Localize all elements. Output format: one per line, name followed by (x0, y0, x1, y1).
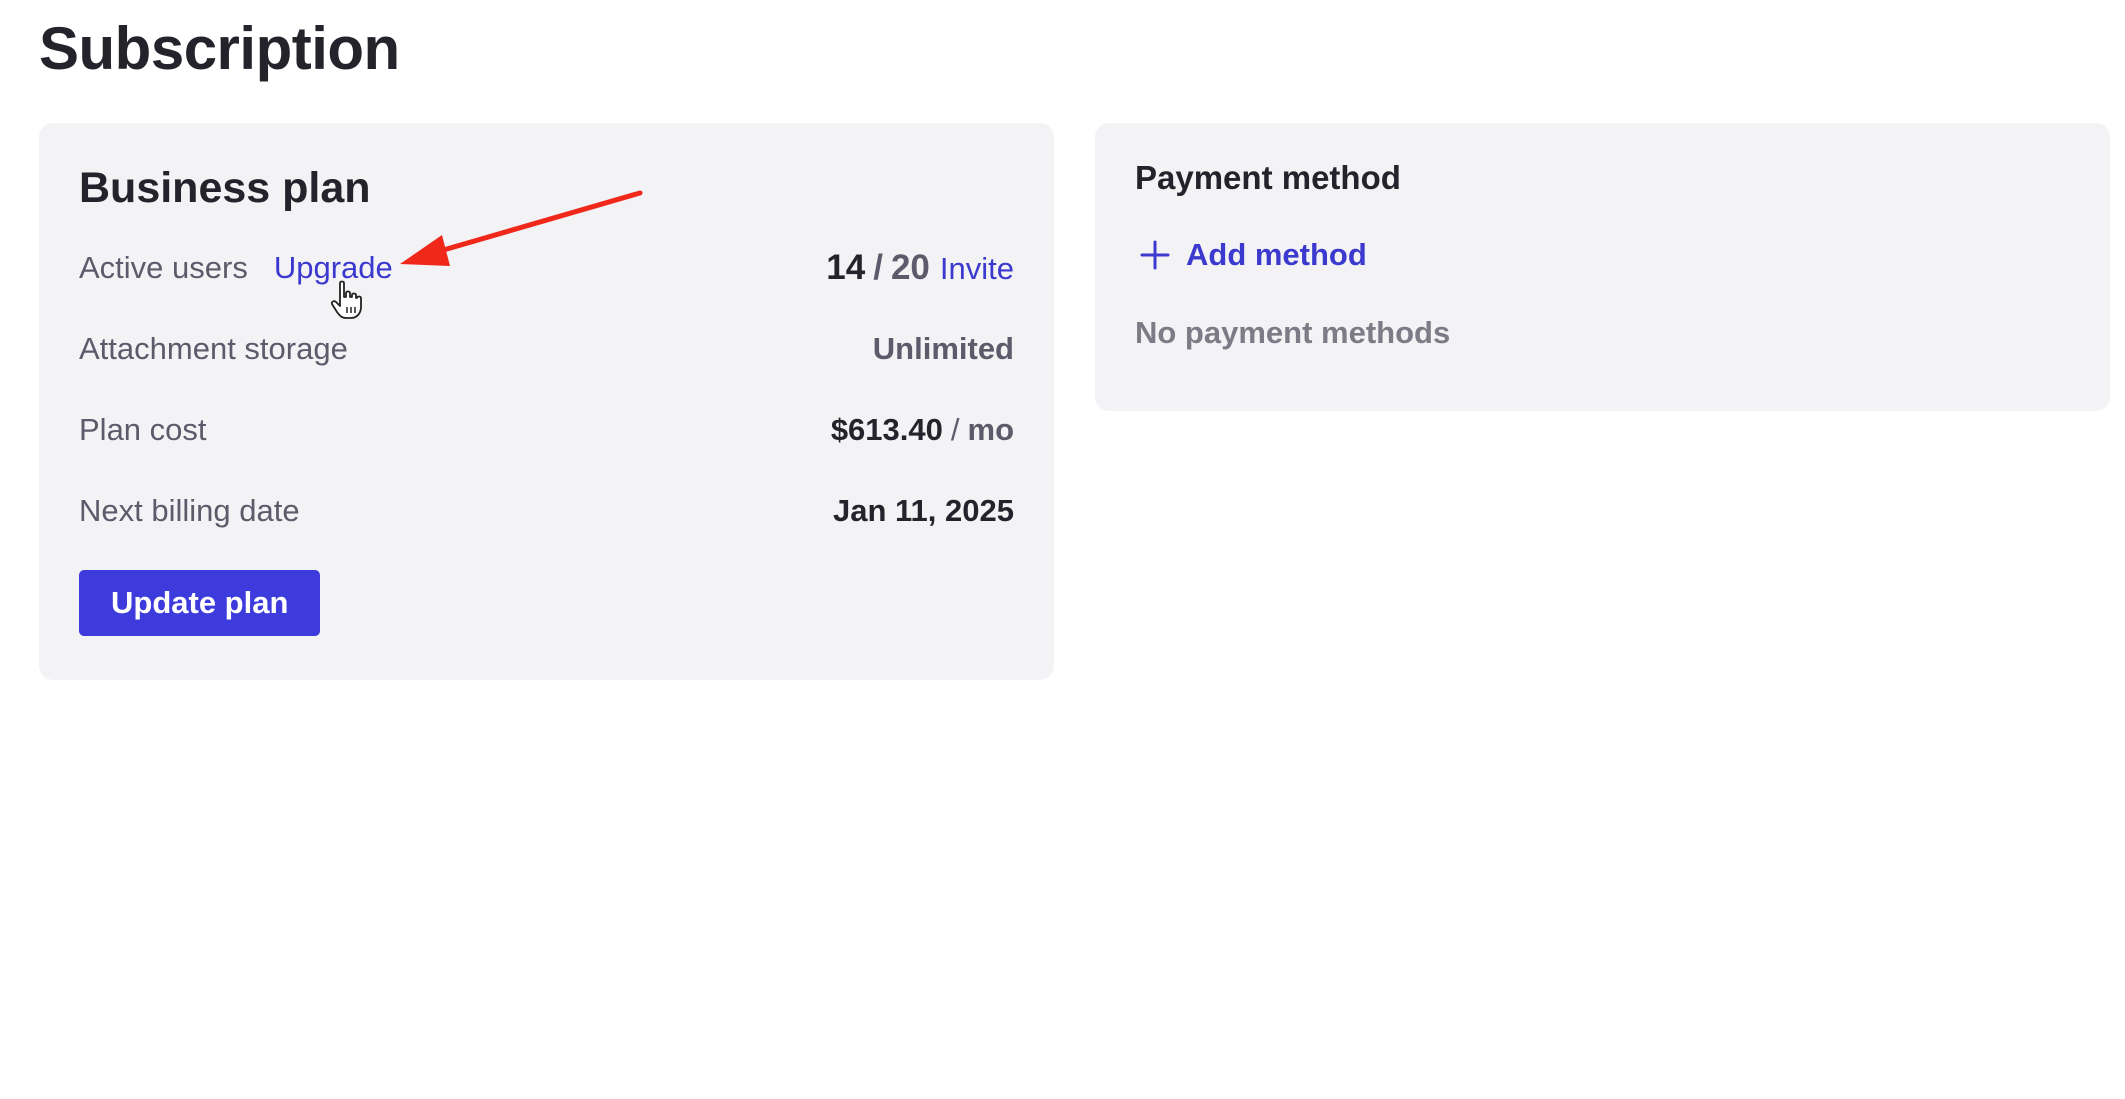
plan-card: Business plan Active users Upgrade 14 / … (39, 123, 1054, 680)
update-plan-button[interactable]: Update plan (79, 569, 321, 636)
active-users-total: 20 (890, 248, 930, 288)
no-payment-methods-text: No payment methods (1135, 315, 1451, 350)
payment-method-card: Payment method Add method No payment met… (1095, 123, 2110, 411)
plus-icon (1140, 240, 1170, 270)
active-users-separator: / (873, 248, 883, 288)
storage-value: Unlimited (872, 331, 1014, 367)
active-users-label: Active users (79, 250, 248, 286)
plan-cost-amount: $613.40 (830, 412, 943, 448)
plan-cost-unit: mo (967, 412, 1015, 448)
active-users-count: 14 (826, 248, 866, 288)
active-users-value: 14 / 20 Invite (826, 248, 1014, 288)
page-title: Subscription (39, 15, 400, 82)
active-users-row: Active users Upgrade 14 / 20 Invite (79, 228, 1014, 309)
storage-row: Attachment storage Unlimited (79, 309, 1014, 390)
billing-date-value: Jan 11, 2025 (833, 493, 1014, 529)
plan-cost-separator: / (950, 412, 960, 448)
plan-cost-value: $613.40/mo (831, 412, 1014, 448)
plan-cost-label: Plan cost (79, 412, 207, 448)
storage-label: Attachment storage (79, 331, 348, 367)
billing-date-label: Next billing date (79, 493, 300, 529)
payment-method-title: Payment method (1135, 159, 1401, 196)
add-method-label: Add method (1186, 237, 1367, 272)
plan-title: Business plan (79, 164, 371, 212)
subscription-page: Subscription Business plan Active users … (0, 0, 2125, 1099)
invite-link[interactable]: Invite (940, 251, 1014, 287)
plan-cost-row: Plan cost $613.40/mo (79, 390, 1014, 471)
billing-date-row: Next billing date Jan 11, 2025 (79, 471, 1014, 552)
add-method-button[interactable]: Add method (1135, 237, 2070, 273)
hand-cursor-icon (330, 280, 362, 319)
